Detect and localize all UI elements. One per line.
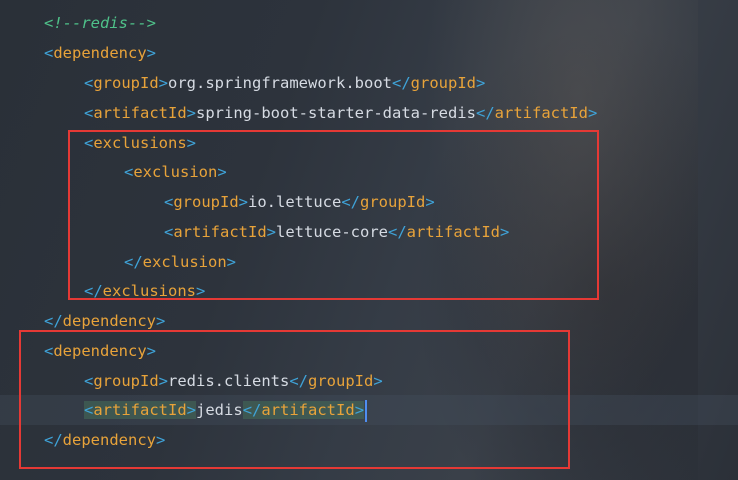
- code-token: groupId: [308, 372, 374, 390]
- code-token: >: [238, 193, 249, 211]
- code-token: <!--redis-->: [44, 14, 156, 32]
- code-token: <: [84, 401, 94, 419]
- code-token: jedis: [196, 401, 243, 419]
- code-line[interactable]: </exclusions>: [0, 276, 738, 306]
- code-token: >: [158, 74, 169, 92]
- code-line[interactable]: <dependency>: [0, 38, 738, 68]
- code-token: <: [44, 342, 54, 360]
- code-token: >: [196, 282, 206, 300]
- code-token: groupId: [93, 372, 159, 390]
- code-token: >: [158, 372, 169, 390]
- code-token: </: [391, 74, 411, 92]
- code-token: spring-boot-starter-data-redis: [196, 104, 476, 122]
- code-token: redis.clients: [168, 372, 290, 390]
- code-token: >: [373, 372, 383, 390]
- code-token: </: [242, 401, 262, 419]
- code-token: artifactId: [93, 104, 187, 122]
- code-token: >: [425, 193, 435, 211]
- code-token: org.springframework.boot: [168, 74, 392, 92]
- code-token: artifactId: [261, 401, 355, 419]
- code-token: <: [44, 44, 54, 62]
- code-token: >: [146, 44, 157, 62]
- code-token: <: [84, 372, 94, 390]
- code-token: >: [266, 223, 277, 241]
- code-token: lettuce-core: [276, 223, 388, 241]
- code-token: <: [84, 134, 94, 152]
- code-token: dependency: [53, 44, 147, 62]
- code-token: >: [226, 253, 237, 271]
- code-token: >: [186, 134, 197, 152]
- code-line[interactable]: </exclusion>: [0, 247, 738, 277]
- code-token: <: [164, 223, 174, 241]
- code-token: </: [388, 223, 407, 241]
- code-line[interactable]: <dependency>: [0, 336, 738, 366]
- code-token: artifactId: [406, 223, 500, 241]
- code-token: artifactId: [494, 104, 588, 122]
- code-line[interactable]: <groupId>redis.clients</groupId>: [0, 366, 738, 396]
- code-token: exclusions: [93, 134, 187, 152]
- code-token: io.lettuce: [248, 193, 342, 211]
- code-token: </: [44, 431, 63, 449]
- code-line[interactable]: <groupId>io.lettuce</groupId>: [0, 187, 738, 217]
- code-token: </: [289, 372, 309, 390]
- code-token: exclusions: [102, 282, 196, 300]
- code-token: </: [124, 253, 143, 271]
- code-token: groupId: [93, 74, 159, 92]
- code-line[interactable]: <exclusions>: [0, 128, 738, 158]
- code-token: artifactId: [93, 401, 187, 419]
- code-token: </: [44, 312, 63, 330]
- code-line[interactable]: <exclusion>: [0, 157, 738, 187]
- code-token: <: [84, 104, 94, 122]
- code-line[interactable]: <artifactId>lettuce-core</artifactId>: [0, 217, 738, 247]
- code-line[interactable]: </dependency>: [0, 306, 738, 336]
- code-token: <: [124, 163, 134, 181]
- code-token: >: [146, 342, 157, 360]
- code-line[interactable]: <artifactId>spring-boot-starter-data-red…: [0, 98, 738, 128]
- code-token: </: [475, 104, 495, 122]
- code-token: >: [475, 74, 486, 92]
- code-line[interactable]: </dependency>: [0, 425, 738, 455]
- code-token: dependency: [62, 312, 156, 330]
- code-token: exclusion: [133, 163, 218, 181]
- code-token: >: [156, 431, 166, 449]
- code-line[interactable]: <!--redis-->: [0, 8, 738, 38]
- code-token: >: [156, 312, 166, 330]
- code-token: </: [84, 282, 103, 300]
- code-token: groupId: [360, 193, 426, 211]
- code-token: <: [84, 74, 94, 92]
- code-token: exclusion: [142, 253, 227, 271]
- text-caret: [365, 399, 368, 422]
- code-token: dependency: [62, 431, 156, 449]
- code-token: >: [500, 223, 510, 241]
- code-editor[interactable]: <!--redis--> <dependency> <groupId>org.spr…: [0, 0, 738, 480]
- code-token: >: [186, 401, 197, 419]
- code-token: </: [341, 193, 361, 211]
- code-token: >: [354, 401, 365, 419]
- code-token: dependency: [53, 342, 147, 360]
- code-token: >: [186, 104, 197, 122]
- code-line[interactable]: <groupId>org.springframework.boot</group…: [0, 68, 738, 98]
- code-token: >: [587, 104, 598, 122]
- code-token: artifactId: [173, 223, 267, 241]
- code-token: <: [164, 193, 174, 211]
- code-line-current[interactable]: <artifactId>jedis</artifactId>: [0, 395, 738, 425]
- code-token: >: [217, 163, 227, 181]
- code-token: groupId: [410, 74, 476, 92]
- code-token: groupId: [173, 193, 239, 211]
